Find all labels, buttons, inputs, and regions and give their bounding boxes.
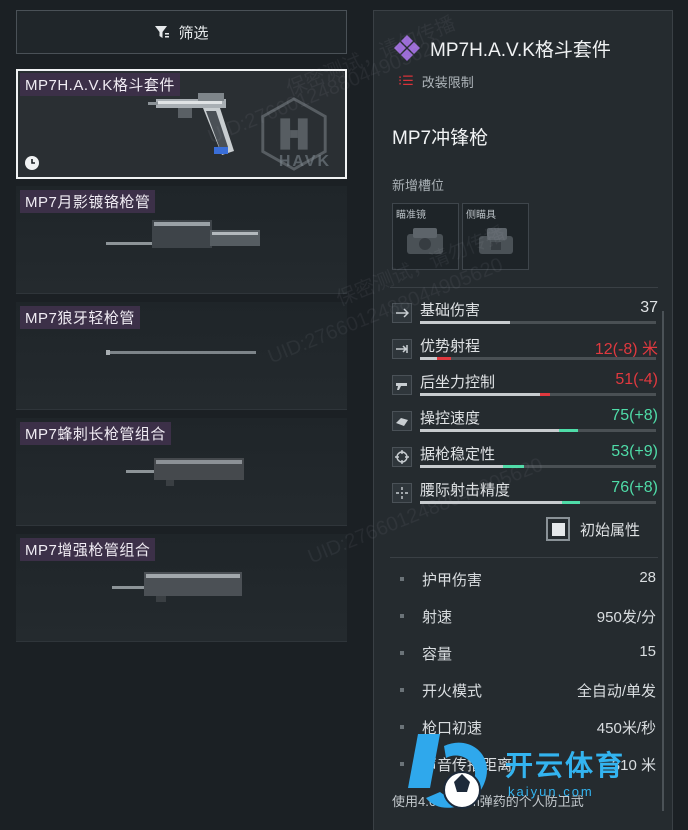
recoil-icon [392,375,412,395]
havk-brand-text: HAVK [278,153,331,170]
filter-icon [155,26,170,38]
sight-icon [407,228,443,254]
attribute-value: 950发/分 [596,609,656,626]
attribute-name: 开火模式 [422,683,483,700]
attachment-label: MP7增强枪管组合 [20,538,156,561]
weapon-name: MP7冲锋枪 [392,128,489,149]
barrel-image [106,350,256,355]
stat-value: 75(+8) [611,407,658,424]
stat-value: 12(-8) 米 [594,341,658,358]
stat-hipfire-accuracy: 腰际射击精度 76(+8) [390,479,660,509]
attachment-label: MP7月影镀铬枪管 [20,190,156,213]
filter-label: 筛选 [178,24,209,42]
attribute-row: 开火模式 全自动/单发 [396,680,658,700]
slot-side-sight[interactable]: 侧瞄具 [462,203,529,270]
attribute-row: 射速 950发/分 [396,606,658,626]
barrel-image [106,220,260,248]
initial-attributes-toggle[interactable]: 初始属性 [546,517,640,541]
mod-limit: ⁝☰ 改装限制 [398,73,474,89]
attribute-value: 15 [639,643,656,660]
attachment-card-enhanced[interactable]: MP7增强枪管组合 [16,534,347,642]
stat-bar [420,501,656,504]
attachment-detail-panel: MP7H.A.V.K格斗套件 ⁝☰ 改装限制 MP7冲锋枪 新增槽位 瞄准镜 侧… [373,10,673,830]
stat-value: 37 [640,299,658,316]
mod-limit-label: 改装限制 [421,74,474,90]
side-sight-icon [479,228,513,254]
stat-value: 53(+9) [611,443,658,460]
attachment-label: MP7狼牙轻枪管 [20,306,140,329]
attribute-value: 28 [639,569,656,586]
detail-title: MP7H.A.V.K格斗套件 [430,39,611,61]
stat-name: 后坐力控制 [420,374,496,391]
stat-bar [420,429,656,432]
initial-attributes-label: 初始属性 [580,521,641,539]
stat-value: 51(-4) [615,371,658,388]
attribute-name: 射速 [422,609,453,626]
grip-kit-image [148,93,234,155]
damage-icon [392,303,412,323]
stat-name: 优势射程 [420,338,481,355]
stat-value: 76(+8) [611,479,658,496]
clock-icon [25,156,39,170]
hipfire-icon [392,483,412,503]
stat-aim-stability: 据枪稳定性 53(+9) [390,443,660,473]
stat-name: 基础伤害 [420,302,481,319]
filter-button[interactable]: 筛选 [16,10,347,54]
stat-bar [420,465,656,468]
kaiyun-logo-cn: 开云体育 [505,750,626,781]
divider [390,557,658,558]
attachment-card-havk[interactable]: MP7H.A.V.K格斗套件 HAVK [16,69,347,179]
barrel-combo-image [126,458,244,486]
mod-limit-icon: ⁝☰ [398,73,414,88]
attribute-value: 全自动/单发 [576,683,656,700]
detail-header: MP7H.A.V.K格斗套件 [392,33,611,63]
attribute-name: 容量 [422,646,453,663]
barrel-combo-image [112,572,242,602]
divider [390,287,658,288]
stat-bar [420,321,656,324]
stat-base-damage: 基础伤害 37 [390,299,660,329]
new-slots-label: 新增槽位 [392,178,445,193]
stat-bar [420,357,656,360]
attachment-card-bee-sting[interactable]: MP7蜂刺长枪管组合 [16,418,347,526]
stat-bar [420,393,656,396]
stat-effective-range: 优势射程 12(-8) 米 [390,335,660,365]
attachment-card-moonlight[interactable]: MP7月影镀铬枪管 [16,186,347,294]
slot-name: 瞄准镜 [396,210,426,221]
checkbox-icon [546,517,570,541]
stat-recoil-control: 后坐力控制 51(-4) [390,371,660,401]
stability-icon [392,447,412,467]
range-icon [392,339,412,359]
attachment-label: MP7蜂刺长枪管组合 [20,422,171,445]
slot-name: 侧瞄具 [466,210,496,221]
attachment-card-wolftooth[interactable]: MP7狼牙轻枪管 [16,302,347,410]
handling-icon [392,411,412,431]
stat-name: 腰际射击精度 [420,482,511,499]
attribute-row: 护甲伤害 28 [396,569,658,589]
rarity-diamond-icon [394,35,420,61]
stat-handling-speed: 操控速度 75(+8) [390,407,660,437]
kaiyun-logo-en: kaiyun.com [508,784,594,799]
stat-name: 操控速度 [420,410,481,427]
kaiyun-k-logo-icon [408,734,488,809]
kaiyun-logo: 开云体育 kaiyun.com [400,720,688,830]
stat-name: 据枪稳定性 [420,446,496,463]
slot-sight[interactable]: 瞄准镜 [392,203,459,270]
attribute-name: 护甲伤害 [422,572,483,589]
attribute-row: 容量 15 [396,643,658,663]
